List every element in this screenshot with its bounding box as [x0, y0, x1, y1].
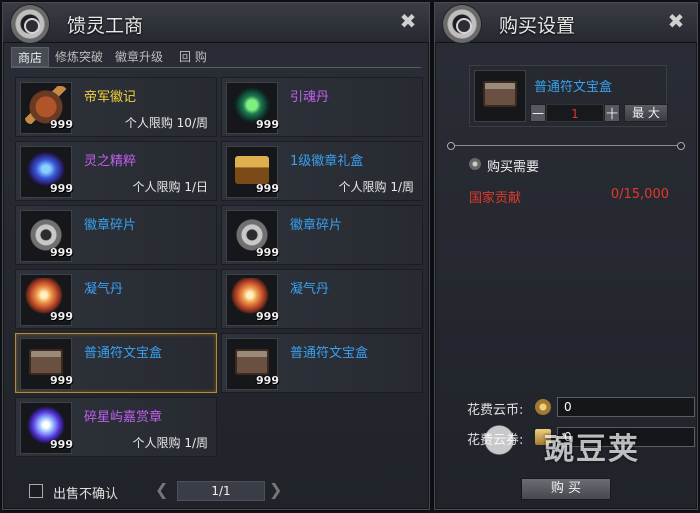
watermark-text: 豌豆荚: [544, 432, 640, 467]
shop-item[interactable]: 999 徽章碎片: [15, 205, 217, 265]
box-icon: [235, 349, 269, 375]
shop-item[interactable]: 999 凝气丹: [221, 269, 423, 329]
item-quantity: 999: [256, 310, 279, 323]
item-purchase-limit: 个人限购 1/周: [338, 180, 415, 194]
no-confirm-label: 出售不确认: [53, 487, 119, 502]
watermark: 豌豆荚: [476, 416, 676, 476]
item-name: 凝气丹: [84, 282, 124, 297]
item-slot: 999: [226, 210, 279, 262]
cost-coin-field: 0: [557, 397, 695, 417]
item-name: 碎星屿嘉赏章: [84, 410, 163, 425]
gear-icon: [443, 5, 481, 43]
shop-title: 馈灵工商: [67, 15, 144, 37]
tab-divider: [11, 67, 421, 68]
item-purchase-limit: 个人限购 1/日: [132, 180, 209, 194]
item-slot: 999: [20, 338, 73, 390]
shop-item[interactable]: 999 引魂丹: [221, 77, 423, 137]
item-name: 徽章碎片: [290, 218, 343, 233]
item-slot: 999: [20, 146, 73, 198]
item-slot: 999: [20, 274, 73, 326]
coin-icon: [535, 399, 551, 415]
purchase-titlebar: 购买设置 ✖: [435, 3, 697, 43]
requirement-label: 购买需要: [487, 160, 540, 175]
requirement-icon: [469, 158, 481, 170]
buy-button[interactable]: 购 买: [521, 478, 611, 500]
item-quantity: 999: [256, 182, 279, 195]
item-slot: 999: [20, 402, 73, 454]
gear-icon: [11, 5, 49, 43]
item-slot: 999: [226, 338, 279, 390]
selected-item-name: 普通符文宝盒: [534, 80, 613, 95]
shop-item[interactable]: 999 碎星屿嘉赏章个人限购 1/周: [15, 397, 217, 457]
item-slot: 999: [20, 82, 73, 134]
tab-badge-upgrade[interactable]: 徽章升级: [109, 47, 169, 67]
increase-button[interactable]: 十: [604, 104, 620, 122]
box-icon: [483, 81, 517, 107]
item-name: 凝气丹: [290, 282, 330, 297]
item-name: 普通符文宝盒: [290, 346, 369, 361]
shop-item[interactable]: 999 徽章碎片: [221, 205, 423, 265]
shop-item[interactable]: 999 1级徽章礼盒个人限购 1/周: [221, 141, 423, 201]
contribution-label: 国家贡献: [469, 191, 522, 206]
max-button[interactable]: 最 大: [624, 104, 668, 122]
item-name: 1级徽章礼盒: [290, 154, 364, 169]
quantity-stepper: 一 1 十 最 大: [530, 104, 668, 122]
no-confirm-checkbox[interactable]: [29, 484, 43, 498]
item-name: 普通符文宝盒: [84, 346, 163, 361]
shop-item[interactable]: 999 凝气丹: [15, 269, 217, 329]
chevron-right-icon[interactable]: ❯: [269, 481, 285, 499]
tab-shop[interactable]: 商店: [11, 47, 50, 67]
shop-item[interactable]: 999 灵之精粹个人限购 1/日: [15, 141, 217, 201]
quantity-input[interactable]: 1: [546, 104, 604, 122]
item-slot: 999: [226, 274, 279, 326]
selected-item-card: 普通符文宝盒 一 1 十 最 大: [469, 65, 668, 127]
item-name: 灵之精粹: [84, 154, 137, 169]
tab-buyback[interactable]: 回 购: [173, 47, 213, 67]
tab-cultivate[interactable]: 修炼突破: [49, 47, 109, 67]
item-name: 徽章碎片: [84, 218, 137, 233]
item-quantity: 999: [256, 374, 279, 387]
item-quantity: 999: [50, 246, 73, 259]
chevron-left-icon[interactable]: ❮: [155, 481, 171, 499]
item-quantity: 999: [256, 118, 279, 131]
item-quantity: 999: [256, 246, 279, 259]
selected-item-slot: [474, 70, 526, 122]
item-quantity: 999: [50, 438, 73, 451]
shop-panel: 馈灵工商 ✖ 商店 修炼突破 徽章升级 回 购 999 帝军徽记个人限购 10/周…: [2, 2, 430, 510]
shop-item[interactable]: 999 普通符文宝盒: [15, 333, 217, 393]
purchase-title: 购买设置: [499, 15, 576, 37]
decrease-button[interactable]: 一: [530, 104, 546, 122]
divider: [447, 142, 685, 150]
box-icon: [29, 349, 63, 375]
item-purchase-limit: 个人限购 1/周: [132, 436, 209, 450]
item-quantity: 999: [50, 118, 73, 131]
item-name: 引魂丹: [290, 90, 330, 105]
item-name: 帝军徽记: [84, 90, 137, 105]
shop-titlebar: 馈灵工商 ✖: [3, 3, 429, 43]
shop-item[interactable]: 999 帝军徽记个人限购 10/周: [15, 77, 217, 137]
page-indicator: 1/1: [177, 481, 265, 501]
contribution-value: 0/15,000: [610, 187, 669, 202]
shop-item[interactable]: 999 普通符文宝盒: [221, 333, 423, 393]
close-icon[interactable]: ✖: [665, 10, 687, 32]
chest-icon: [235, 156, 269, 184]
item-purchase-limit: 个人限购 10/周: [124, 116, 208, 130]
item-quantity: 999: [50, 182, 73, 195]
item-quantity: 999: [50, 374, 73, 387]
item-slot: 999: [226, 82, 279, 134]
shop-tabs: 商店 修炼突破 徽章升级 回 购: [11, 47, 213, 67]
item-slot: 999: [226, 146, 279, 198]
item-quantity: 999: [50, 310, 73, 323]
item-slot: 999: [20, 210, 73, 262]
close-icon[interactable]: ✖: [397, 10, 419, 32]
watermark-logo-icon: [476, 420, 534, 470]
